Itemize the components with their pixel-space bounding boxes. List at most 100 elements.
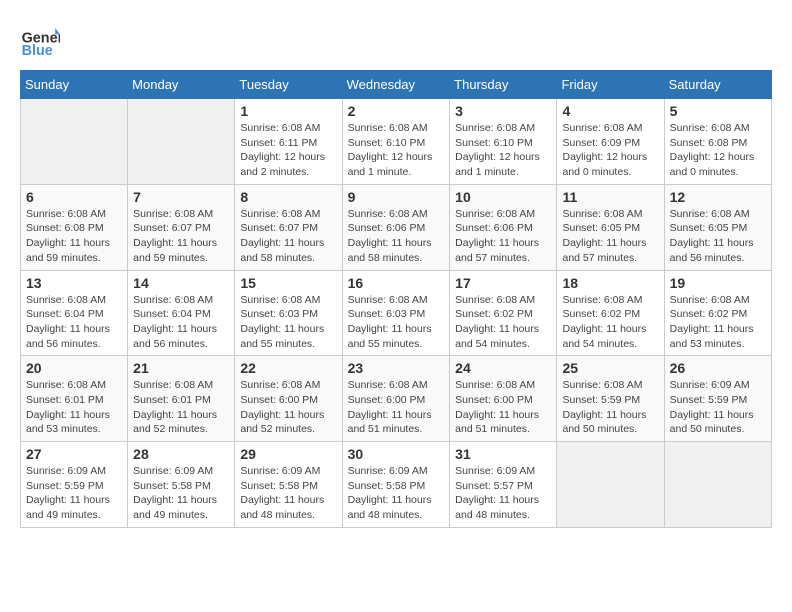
day-info: Sunrise: 6:08 AM Sunset: 6:04 PM Dayligh… <box>133 293 229 352</box>
day-info: Sunrise: 6:09 AM Sunset: 5:58 PM Dayligh… <box>240 464 336 523</box>
day-number: 4 <box>562 103 658 119</box>
day-info: Sunrise: 6:08 AM Sunset: 6:09 PM Dayligh… <box>562 121 658 180</box>
logo-icon: General Blue <box>20 20 60 60</box>
calendar-day-cell: 10 Sunrise: 6:08 AM Sunset: 6:06 PM Dayli… <box>450 184 557 270</box>
calendar-day-cell: 25 Sunrise: 6:08 AM Sunset: 5:59 PM Dayli… <box>557 356 664 442</box>
day-number: 6 <box>26 189 122 205</box>
day-number: 26 <box>670 360 766 376</box>
calendar-day-cell: 21Sunrise: 6:08 AM Sunset: 6:01 PM Dayli… <box>128 356 235 442</box>
weekday-header-cell: Monday <box>128 71 235 99</box>
calendar-day-cell: 7 Sunrise: 6:08 AM Sunset: 6:07 PM Daylig… <box>128 184 235 270</box>
calendar-day-cell: 30Sunrise: 6:09 AM Sunset: 5:58 PM Dayli… <box>342 442 450 528</box>
calendar-day-cell: 28 Sunrise: 6:09 AM Sunset: 5:58 PM Dayli… <box>128 442 235 528</box>
weekday-header-row: SundayMondayTuesdayWednesdayThursdayFrid… <box>21 71 772 99</box>
day-info: Sunrise: 6:08 AM Sunset: 5:59 PM Dayligh… <box>562 378 658 437</box>
day-number: 12 <box>670 189 766 205</box>
day-info: Sunrise: 6:08 AM Sunset: 6:08 PM Dayligh… <box>26 207 122 266</box>
page-header: General Blue <box>20 20 772 60</box>
weekday-header-cell: Thursday <box>450 71 557 99</box>
calendar-day-cell <box>557 442 664 528</box>
calendar-day-cell: 31 Sunrise: 6:09 AM Sunset: 5:57 PM Dayli… <box>450 442 557 528</box>
day-info: Sunrise: 6:09 AM Sunset: 5:59 PM Dayligh… <box>670 378 766 437</box>
day-number: 7 <box>133 189 229 205</box>
calendar-day-cell: 1Sunrise: 6:08 AM Sunset: 6:11 PM Daylig… <box>235 99 342 185</box>
calendar-day-cell: 11Sunrise: 6:08 AM Sunset: 6:05 PM Dayli… <box>557 184 664 270</box>
day-number: 30 <box>348 446 445 462</box>
calendar-day-cell: 14 Sunrise: 6:08 AM Sunset: 6:04 PM Dayli… <box>128 270 235 356</box>
day-info: Sunrise: 6:08 AM Sunset: 6:05 PM Dayligh… <box>670 207 766 266</box>
day-info: Sunrise: 6:09 AM Sunset: 5:59 PM Dayligh… <box>26 464 122 523</box>
calendar-day-cell: 16 Sunrise: 6:08 AM Sunset: 6:03 PM Dayli… <box>342 270 450 356</box>
day-info: Sunrise: 6:09 AM Sunset: 5:58 PM Dayligh… <box>133 464 229 523</box>
weekday-header-cell: Wednesday <box>342 71 450 99</box>
day-number: 23 <box>348 360 445 376</box>
calendar-week-row: 27 Sunrise: 6:09 AM Sunset: 5:59 PM Dayli… <box>21 442 772 528</box>
day-info: Sunrise: 6:08 AM Sunset: 6:00 PM Dayligh… <box>240 378 336 437</box>
calendar-day-cell: 17 Sunrise: 6:08 AM Sunset: 6:02 PM Dayli… <box>450 270 557 356</box>
day-number: 14 <box>133 275 229 291</box>
day-number: 15 <box>240 275 336 291</box>
day-info: Sunrise: 6:08 AM Sunset: 6:05 PM Dayligh… <box>562 207 658 266</box>
day-info: Sunrise: 6:08 AM Sunset: 6:10 PM Dayligh… <box>455 121 551 180</box>
day-info: Sunrise: 6:08 AM Sunset: 6:07 PM Dayligh… <box>240 207 336 266</box>
weekday-header-cell: Saturday <box>664 71 771 99</box>
day-info: Sunrise: 6:08 AM Sunset: 6:04 PM Dayligh… <box>26 293 122 352</box>
day-number: 9 <box>348 189 445 205</box>
calendar-day-cell: 23 Sunrise: 6:08 AM Sunset: 6:00 PM Dayli… <box>342 356 450 442</box>
calendar-week-row: 13Sunrise: 6:08 AM Sunset: 6:04 PM Dayli… <box>21 270 772 356</box>
day-info: Sunrise: 6:08 AM Sunset: 6:03 PM Dayligh… <box>348 293 445 352</box>
day-number: 29 <box>240 446 336 462</box>
day-number: 19 <box>670 275 766 291</box>
calendar-day-cell: 12 Sunrise: 6:08 AM Sunset: 6:05 PM Dayli… <box>664 184 771 270</box>
day-info: Sunrise: 6:08 AM Sunset: 6:00 PM Dayligh… <box>348 378 445 437</box>
day-info: Sunrise: 6:08 AM Sunset: 6:02 PM Dayligh… <box>562 293 658 352</box>
day-number: 25 <box>562 360 658 376</box>
day-info: Sunrise: 6:08 AM Sunset: 6:02 PM Dayligh… <box>670 293 766 352</box>
day-info: Sunrise: 6:08 AM Sunset: 6:06 PM Dayligh… <box>455 207 551 266</box>
calendar-day-cell: 13Sunrise: 6:08 AM Sunset: 6:04 PM Dayli… <box>21 270 128 356</box>
day-info: Sunrise: 6:08 AM Sunset: 6:02 PM Dayligh… <box>455 293 551 352</box>
day-number: 5 <box>670 103 766 119</box>
day-number: 3 <box>455 103 551 119</box>
calendar-day-cell: 4 Sunrise: 6:08 AM Sunset: 6:09 PM Daylig… <box>557 99 664 185</box>
calendar-day-cell: 20 Sunrise: 6:08 AM Sunset: 6:01 PM Dayli… <box>21 356 128 442</box>
day-info: Sunrise: 6:08 AM Sunset: 6:00 PM Dayligh… <box>455 378 551 437</box>
day-number: 24 <box>455 360 551 376</box>
calendar-day-cell: 9 Sunrise: 6:08 AM Sunset: 6:06 PM Daylig… <box>342 184 450 270</box>
day-info: Sunrise: 6:08 AM Sunset: 6:06 PM Dayligh… <box>348 207 445 266</box>
day-number: 31 <box>455 446 551 462</box>
day-info: Sunrise: 6:08 AM Sunset: 6:03 PM Dayligh… <box>240 293 336 352</box>
weekday-header-cell: Tuesday <box>235 71 342 99</box>
day-number: 27 <box>26 446 122 462</box>
calendar-day-cell: 18Sunrise: 6:08 AM Sunset: 6:02 PM Dayli… <box>557 270 664 356</box>
day-number: 8 <box>240 189 336 205</box>
day-number: 17 <box>455 275 551 291</box>
day-number: 20 <box>26 360 122 376</box>
logo: General Blue <box>20 20 64 60</box>
calendar-day-cell: 29 Sunrise: 6:09 AM Sunset: 5:58 PM Dayli… <box>235 442 342 528</box>
calendar-day-cell: 8 Sunrise: 6:08 AM Sunset: 6:07 PM Daylig… <box>235 184 342 270</box>
calendar-week-row: 20 Sunrise: 6:08 AM Sunset: 6:01 PM Dayli… <box>21 356 772 442</box>
svg-text:Blue: Blue <box>22 43 53 59</box>
day-number: 22 <box>240 360 336 376</box>
calendar-day-cell: 19 Sunrise: 6:08 AM Sunset: 6:02 PM Dayli… <box>664 270 771 356</box>
day-number: 16 <box>348 275 445 291</box>
calendar-day-cell: 2Sunrise: 6:08 AM Sunset: 6:10 PM Daylig… <box>342 99 450 185</box>
calendar-day-cell <box>21 99 128 185</box>
day-info: Sunrise: 6:09 AM Sunset: 5:57 PM Dayligh… <box>455 464 551 523</box>
day-number: 21 <box>133 360 229 376</box>
calendar-day-cell: 5 Sunrise: 6:08 AM Sunset: 6:08 PM Daylig… <box>664 99 771 185</box>
calendar-week-row: 1Sunrise: 6:08 AM Sunset: 6:11 PM Daylig… <box>21 99 772 185</box>
day-number: 2 <box>348 103 445 119</box>
day-number: 28 <box>133 446 229 462</box>
calendar-day-cell <box>128 99 235 185</box>
day-info: Sunrise: 6:08 AM Sunset: 6:07 PM Dayligh… <box>133 207 229 266</box>
day-info: Sunrise: 6:08 AM Sunset: 6:08 PM Dayligh… <box>670 121 766 180</box>
calendar-week-row: 6 Sunrise: 6:08 AM Sunset: 6:08 PM Daylig… <box>21 184 772 270</box>
day-info: Sunrise: 6:08 AM Sunset: 6:01 PM Dayligh… <box>26 378 122 437</box>
calendar-body: 1Sunrise: 6:08 AM Sunset: 6:11 PM Daylig… <box>21 99 772 528</box>
calendar-day-cell <box>664 442 771 528</box>
day-number: 10 <box>455 189 551 205</box>
day-number: 1 <box>240 103 336 119</box>
calendar-day-cell: 27 Sunrise: 6:09 AM Sunset: 5:59 PM Dayli… <box>21 442 128 528</box>
